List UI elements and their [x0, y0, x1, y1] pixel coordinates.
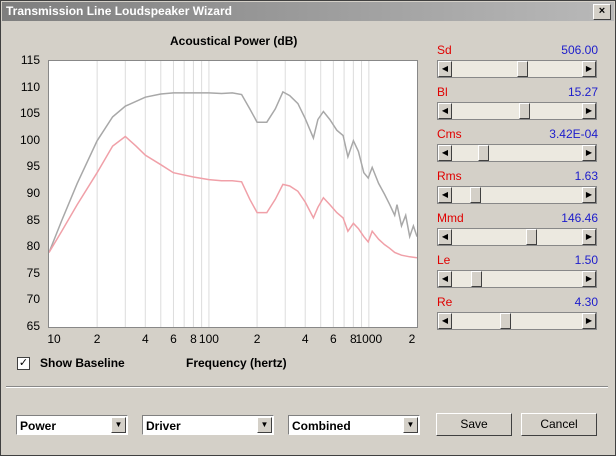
param-value-3: 1.63 — [574, 169, 598, 183]
slider-thumb[interactable] — [517, 61, 529, 77]
chart-svg — [49, 61, 417, 327]
param-value-6: 4.30 — [574, 295, 598, 309]
view-select-value: Power — [20, 419, 57, 433]
param-value-2: 3.42E-04 — [549, 127, 598, 141]
param-value-5: 1.50 — [574, 253, 598, 267]
separator — [6, 386, 608, 388]
right-arrow-icon[interactable]: ▶ — [582, 271, 596, 287]
slider-thumb[interactable] — [471, 271, 483, 287]
left-arrow-icon[interactable]: ◀ — [438, 61, 452, 77]
mode-select[interactable]: Combined ▼ — [288, 415, 420, 435]
left-arrow-icon[interactable]: ◀ — [438, 103, 452, 119]
param-slider-5[interactable]: ◀ ▶ — [437, 270, 597, 288]
save-button[interactable]: Save — [436, 413, 512, 436]
right-arrow-icon[interactable]: ▶ — [582, 187, 596, 203]
param-name-2: Cms — [437, 127, 462, 141]
slider-thumb[interactable] — [469, 187, 481, 203]
param-name-6: Re — [437, 295, 453, 309]
window-title: Transmission Line Loudspeaker Wizard — [6, 4, 232, 18]
x-tick-label: 2 — [408, 332, 416, 346]
right-arrow-icon[interactable]: ▶ — [582, 103, 596, 119]
left-arrow-icon[interactable]: ◀ — [438, 271, 452, 287]
chevron-down-icon[interactable]: ▼ — [403, 417, 418, 433]
source-select-value: Driver — [146, 419, 181, 433]
x-tick-label: 2 — [253, 332, 261, 346]
source-select[interactable]: Driver ▼ — [142, 415, 274, 435]
param-name-1: Bl — [437, 85, 448, 99]
x-tick-label: 10 — [47, 332, 61, 346]
param-name-5: Le — [437, 253, 451, 267]
x-tick-label: 4 — [141, 332, 149, 346]
x-tick-label: 100 — [198, 332, 219, 346]
show-baseline-checkbox[interactable]: ✓ — [17, 357, 30, 370]
slider-thumb[interactable] — [478, 145, 490, 161]
left-arrow-icon[interactable]: ◀ — [438, 313, 452, 329]
right-arrow-icon[interactable]: ▶ — [582, 145, 596, 161]
param-slider-6[interactable]: ◀ ▶ — [437, 312, 597, 330]
y-tick-label: 75 — [26, 265, 40, 280]
mode-select-value: Combined — [292, 419, 351, 433]
param-slider-0[interactable]: ◀ ▶ — [437, 60, 597, 78]
param-value-0: 506.00 — [561, 43, 598, 57]
y-tick-label: 70 — [26, 292, 40, 307]
y-tick-label: 90 — [26, 186, 40, 200]
cancel-button[interactable]: Cancel — [521, 413, 597, 436]
chevron-down-icon[interactable]: ▼ — [257, 417, 272, 433]
plot-area — [48, 60, 418, 328]
y-tick-label: 80 — [26, 239, 40, 254]
param-slider-4[interactable]: ◀ ▶ — [437, 228, 597, 246]
y-tick-label: 100 — [19, 132, 40, 147]
x-axis-label: Frequency (hertz) — [186, 356, 287, 370]
param-slider-1[interactable]: ◀ ▶ — [437, 102, 597, 120]
left-arrow-icon[interactable]: ◀ — [438, 187, 452, 203]
y-tick-label: 95 — [26, 159, 40, 174]
view-select[interactable]: Power ▼ — [16, 415, 128, 435]
right-arrow-icon[interactable]: ▶ — [582, 313, 596, 329]
title-bar: Transmission Line Loudspeaker Wizard × — [2, 2, 614, 21]
chevron-down-icon[interactable]: ▼ — [111, 417, 126, 433]
show-baseline-label[interactable]: Show Baseline — [40, 356, 125, 370]
slider-thumb[interactable] — [518, 103, 530, 119]
left-arrow-icon[interactable]: ◀ — [438, 145, 452, 161]
close-icon[interactable]: × — [593, 4, 611, 20]
param-value-1: 15.27 — [567, 85, 598, 99]
x-tick-label: 1000 — [355, 332, 383, 346]
x-tick-label: 2 — [93, 332, 101, 346]
y-tick-label: 85 — [26, 212, 40, 227]
slider-thumb[interactable] — [499, 313, 511, 329]
param-name-3: Rms — [437, 169, 462, 183]
param-name-0: Sd — [437, 43, 452, 57]
y-tick-label: 110 — [20, 79, 40, 94]
left-arrow-icon[interactable]: ◀ — [438, 229, 452, 245]
param-slider-2[interactable]: ◀ ▶ — [437, 144, 597, 162]
x-tick-label: 4 — [301, 332, 309, 346]
right-arrow-icon[interactable]: ▶ — [582, 229, 596, 245]
param-slider-3[interactable]: ◀ ▶ — [437, 186, 597, 204]
param-value-4: 146.46 — [561, 211, 598, 225]
right-arrow-icon[interactable]: ▶ — [582, 61, 596, 77]
param-name-4: Mmd — [437, 211, 464, 225]
y-tick-label: 115 — [20, 53, 40, 67]
y-tick-label: 105 — [19, 106, 40, 121]
slider-thumb[interactable] — [525, 229, 537, 245]
chart-title: Acoustical Power (dB) — [170, 34, 298, 48]
y-tick-label: 65 — [26, 319, 40, 333]
